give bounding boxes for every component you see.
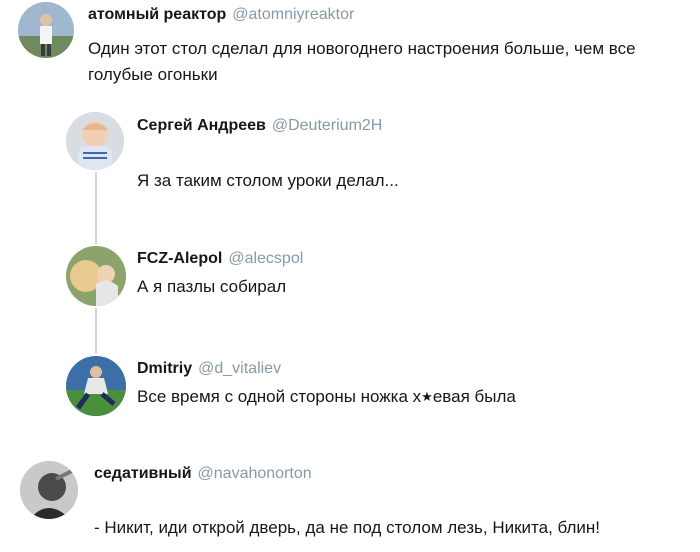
author-name[interactable]: FCZ-Alepol: [137, 250, 222, 267]
avatar[interactable]: [66, 356, 126, 416]
avatar-photo-icon: [66, 112, 124, 170]
tweet-navahonorton[interactable]: седативный @navahonorton - Никит, иди отк…: [0, 455, 700, 552]
avatar-photo-icon: [18, 2, 74, 58]
avatar-photo-icon: [20, 461, 78, 519]
tweet-text: Я за таким столом уроки делал...: [137, 171, 399, 190]
tweet-alecspol[interactable]: FCZ-Alepol @alecspol А я пазлы собирал: [0, 240, 700, 310]
tweet-text: Один этот стол сделал для новогоднего на…: [88, 39, 636, 84]
author-handle[interactable]: @navahonorton: [198, 465, 312, 482]
tweet-text: А я пазлы собирал: [137, 277, 287, 296]
thread-line: [95, 308, 97, 354]
tweet-atomniyreaktor[interactable]: атомный реактор @atomniyreaktor Один этот…: [0, 0, 700, 100]
avatar[interactable]: [18, 2, 74, 58]
avatar-photo-icon: [66, 356, 126, 416]
avatar[interactable]: [66, 112, 124, 170]
author-name[interactable]: седативный: [94, 465, 192, 482]
author-handle[interactable]: @alecspol: [228, 250, 303, 267]
tweet-text-part: Все время с одной стороны ножка х: [137, 387, 422, 406]
tweet-text-part: евая была: [432, 387, 516, 406]
tweet-deuterium2h[interactable]: Сергей Андреев @Deuterium2H Я за таким ст…: [0, 100, 700, 210]
author-name[interactable]: атомный реактор: [88, 6, 226, 23]
tweet-d-vitaliev[interactable]: Dmitriy @d_vitaliev Все время с одной сто…: [0, 354, 700, 424]
author-name[interactable]: Dmitriy: [137, 360, 192, 377]
author-handle[interactable]: @atomniyreaktor: [232, 6, 354, 23]
tweet-text: Все время с одной стороны ножка х★евая б…: [137, 384, 677, 410]
author-handle[interactable]: @Deuterium2H: [272, 117, 383, 134]
avatar[interactable]: [20, 461, 78, 519]
author-handle[interactable]: @d_vitaliev: [198, 360, 281, 377]
avatar-photo-icon: [66, 246, 126, 306]
author-name[interactable]: Сергей Андреев: [137, 117, 266, 134]
avatar[interactable]: [66, 246, 126, 306]
star-icon: ★: [421, 389, 433, 404]
tweet-text: - Никит, иди открой дверь, да не под сто…: [94, 518, 601, 537]
